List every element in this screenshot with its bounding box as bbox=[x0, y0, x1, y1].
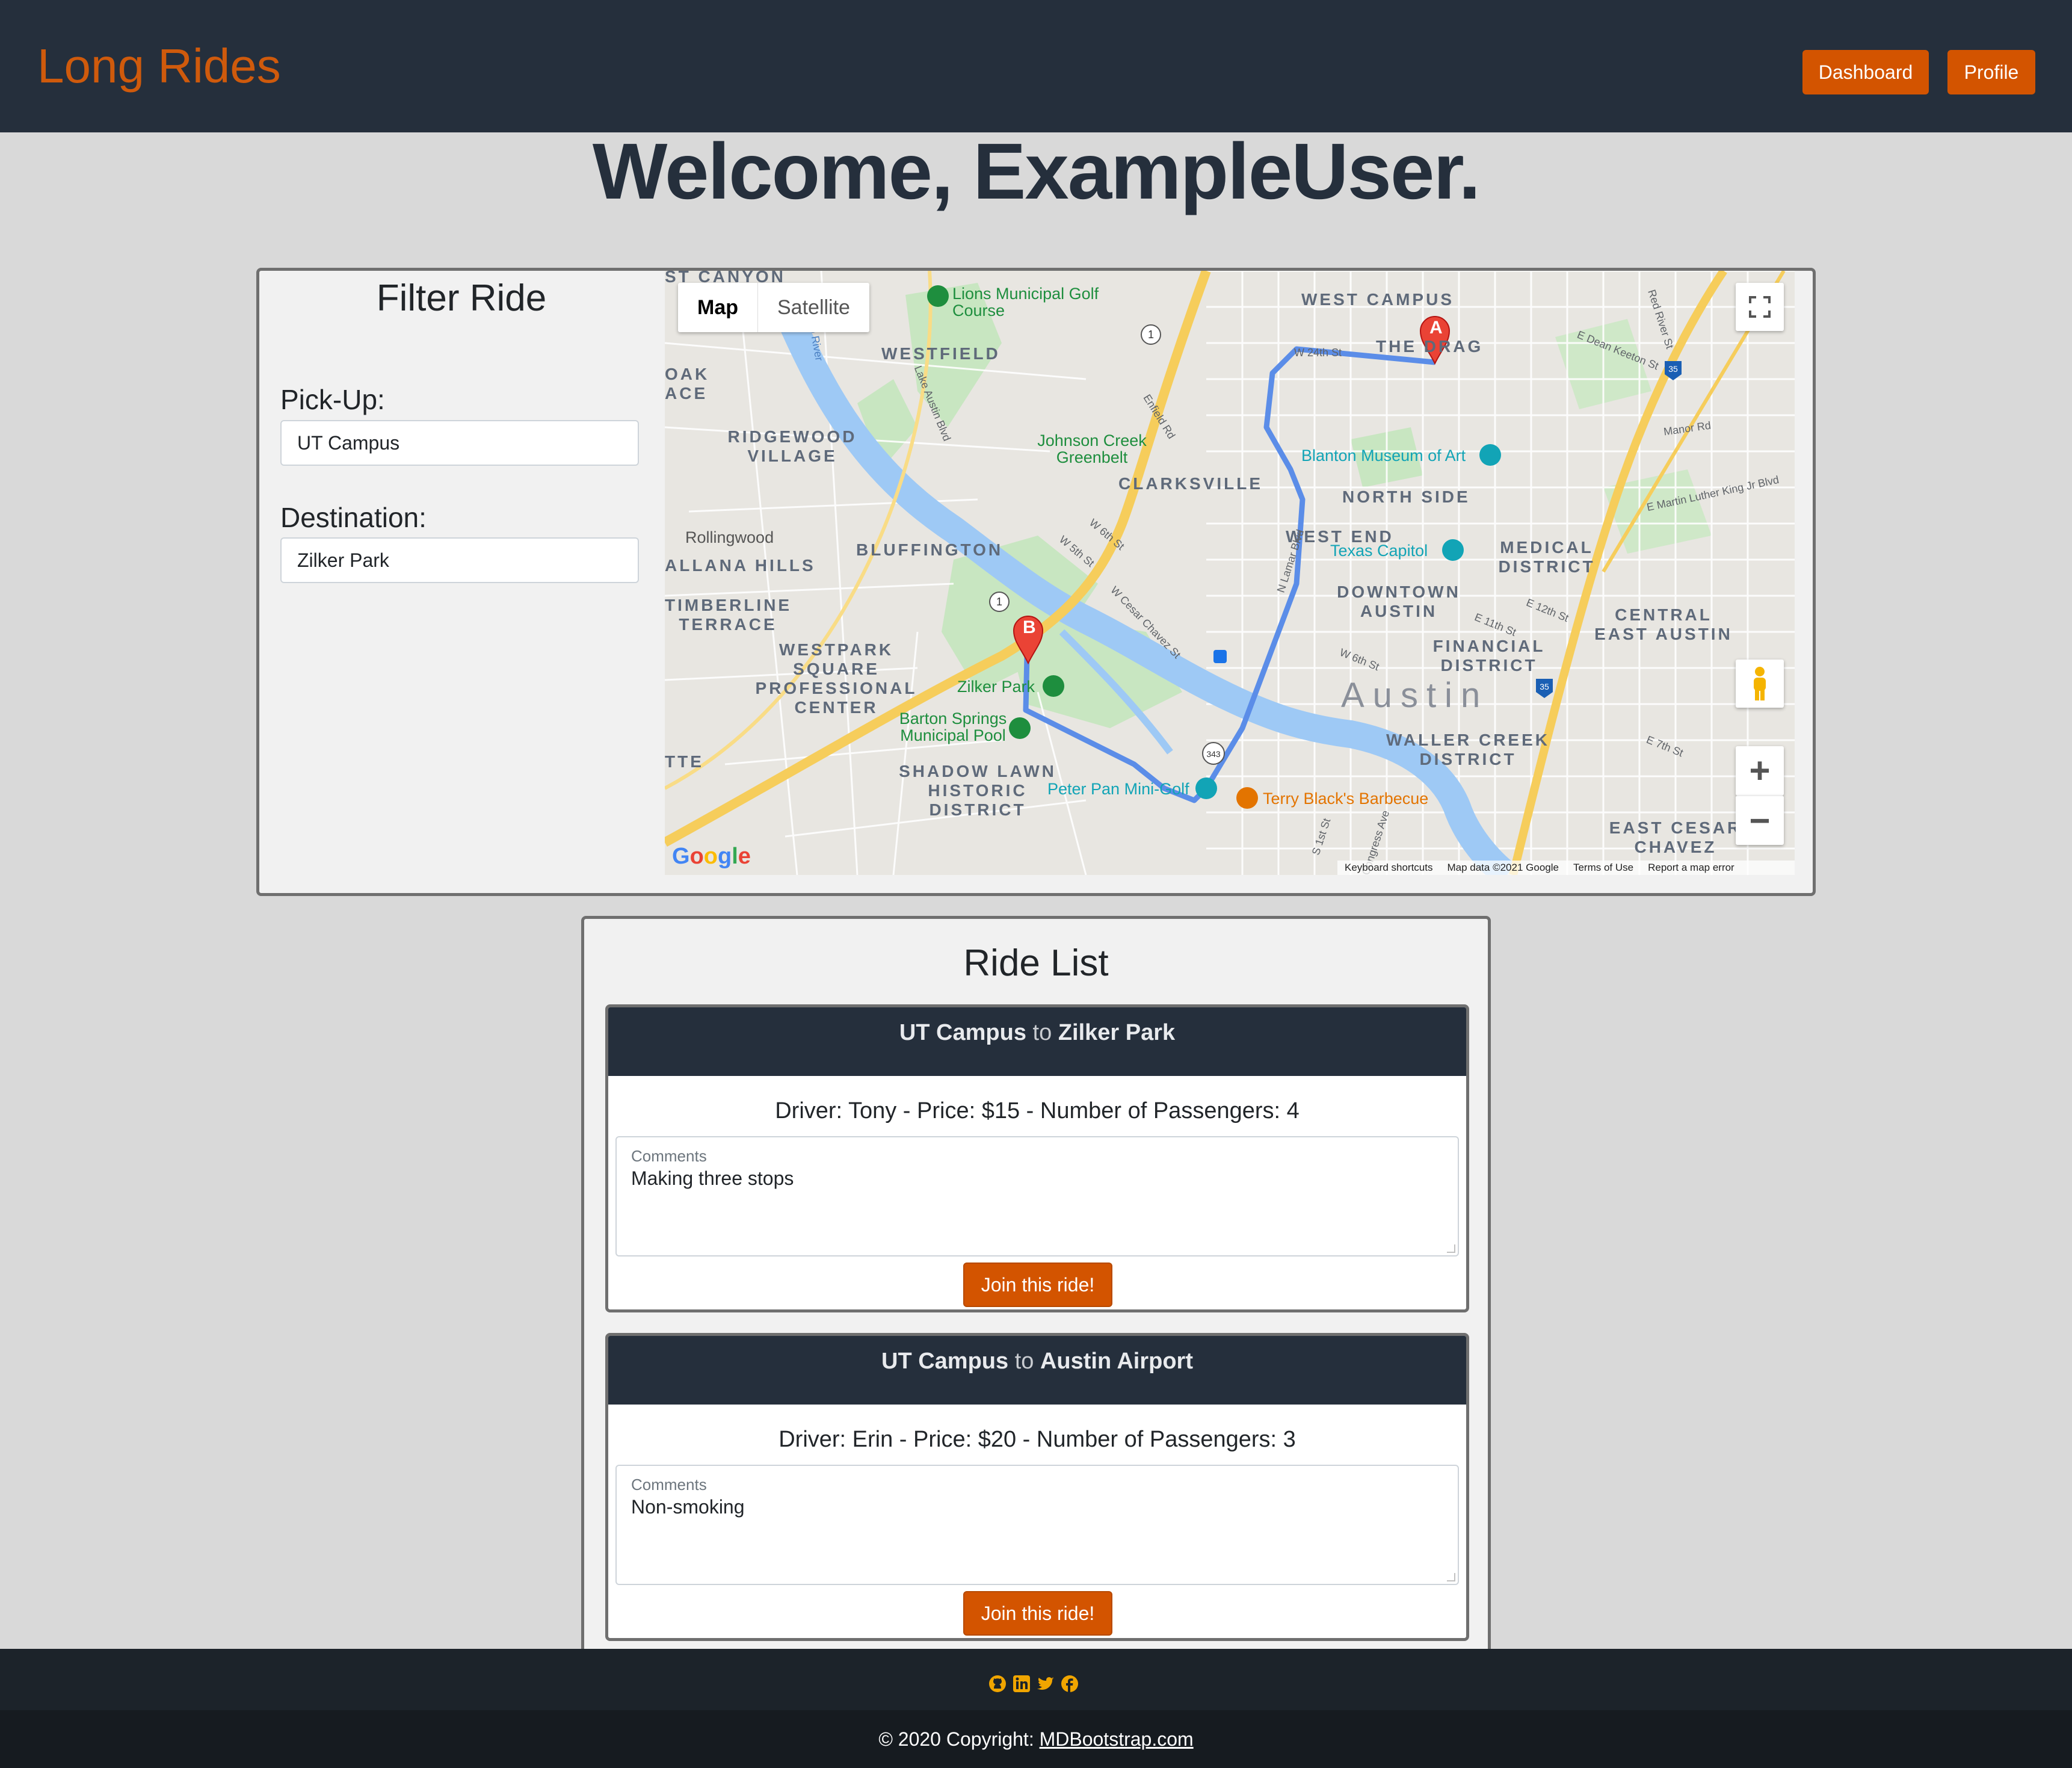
keyboard-shortcuts-link[interactable]: Keyboard shortcuts bbox=[1345, 862, 1432, 874]
district-label: THE DRAG bbox=[1376, 337, 1484, 356]
svg-text:1: 1 bbox=[996, 596, 1002, 608]
fullscreen-button[interactable] bbox=[1736, 283, 1784, 331]
map-type-control: Map Satellite bbox=[678, 283, 869, 332]
ride-card: UT Campus to Zilker Park Driver: Tony - … bbox=[605, 1004, 1469, 1312]
ride-list-panel: Ride List UT Campus to Zilker Park Drive… bbox=[581, 916, 1491, 1768]
zoom-in-button[interactable]: + bbox=[1736, 746, 1784, 796]
district-label: WALLER CREEK DISTRICT bbox=[1386, 731, 1550, 768]
social-links bbox=[988, 1674, 1079, 1693]
zoom-out-button[interactable]: − bbox=[1736, 796, 1784, 845]
svg-text:35: 35 bbox=[1668, 364, 1678, 374]
pickup-label: Pick-Up: bbox=[280, 384, 385, 415]
town-label: Rollingwood bbox=[685, 528, 774, 546]
pickup-input[interactable] bbox=[280, 420, 639, 466]
ride-card-header: UT Campus to Zilker Park bbox=[608, 1007, 1466, 1076]
map-data-text: Map data ©2021 Google bbox=[1447, 862, 1559, 873]
destination-label: Destination: bbox=[280, 502, 427, 533]
ride-info: Driver: Erin - Price: $20 - Number of Pa… bbox=[779, 1427, 1296, 1452]
resize-handle-icon[interactable] bbox=[1447, 1573, 1455, 1581]
comments-field[interactable]: Comments Non-smoking bbox=[615, 1465, 1459, 1585]
district-label: SHADOW LAWN HISTORIC DISTRICT bbox=[899, 762, 1056, 819]
road-label: W 24th St bbox=[1294, 347, 1342, 359]
welcome-heading: Welcome, ExampleUser. bbox=[592, 127, 1481, 215]
profile-button[interactable]: Profile bbox=[1947, 50, 2035, 94]
mdbootstrap-link[interactable]: MDBootstrap.com bbox=[1040, 1728, 1194, 1750]
resize-handle-icon[interactable] bbox=[1447, 1244, 1455, 1253]
district-label: WESTPARK SQUARE PROFESSIONAL CENTER bbox=[755, 640, 917, 717]
linkedin-icon[interactable] bbox=[1012, 1674, 1031, 1693]
district-label: ALLANA HILLS bbox=[665, 556, 816, 575]
district-label: MEDICAL DISTRICT bbox=[1498, 538, 1596, 576]
poi-label[interactable]: Terry Black's Barbecue bbox=[1263, 790, 1428, 808]
svg-text:343: 343 bbox=[1206, 749, 1221, 759]
ride-from: UT Campus bbox=[881, 1349, 1009, 1374]
poi-label[interactable]: Lions Municipal Golf Course bbox=[952, 285, 1109, 319]
copyright-text: © 2020 Copyright: bbox=[878, 1728, 1040, 1750]
poi-label[interactable]: Peter Pan Mini-Golf bbox=[1047, 780, 1189, 799]
ride-card-header: UT Campus to Austin Airport bbox=[608, 1336, 1466, 1405]
comments-field[interactable]: Comments Making three stops bbox=[615, 1136, 1459, 1256]
brand-logo[interactable]: Long Rides bbox=[37, 37, 281, 95]
district-label: OAK ACE bbox=[665, 365, 710, 403]
ride-list-title: Ride List bbox=[963, 942, 1109, 984]
district-label: WEST CAMPUS bbox=[1301, 290, 1454, 309]
navbar: Long Rides Dashboard Profile bbox=[0, 0, 2072, 132]
pegman-icon bbox=[1754, 667, 1766, 700]
report-error-link[interactable]: Report a map error bbox=[1648, 862, 1734, 874]
filter-title: Filter Ride bbox=[376, 277, 547, 319]
map-type-satellite-button[interactable]: Satellite bbox=[758, 283, 869, 332]
poi-label[interactable]: Barton Springs Municipal Pool bbox=[890, 710, 1016, 744]
poi-label[interactable]: Texas Capitol bbox=[1330, 542, 1428, 560]
comments-label: Comments bbox=[631, 1476, 707, 1494]
map-type-map-button[interactable]: Map bbox=[678, 283, 758, 332]
ride-info: Driver: Tony - Price: $15 - Number of Pa… bbox=[775, 1098, 1300, 1124]
ride-to: Zilker Park bbox=[1058, 1020, 1176, 1045]
join-ride-button[interactable]: Join this ride! bbox=[963, 1263, 1112, 1307]
twitter-icon[interactable] bbox=[1036, 1674, 1055, 1693]
district-label: WESTFIELD bbox=[881, 344, 1001, 363]
route-map[interactable]: 1 1 35 35 343 A B WEST CAMPUS THE DRAG W… bbox=[665, 271, 1795, 875]
district-label: CLARKSVILLE bbox=[1118, 474, 1263, 493]
district-label: EAST CESAR CHAVEZ bbox=[1609, 818, 1742, 856]
district-label: NORTH SIDE bbox=[1342, 487, 1470, 506]
map-attribution: Keyboard shortcuts Map data ©2021 Google… bbox=[1337, 861, 1795, 875]
filter-panel: Filter Ride Pick-Up: Destination: bbox=[256, 268, 1816, 896]
city-label: Austin bbox=[1341, 676, 1489, 715]
map-canvas[interactable]: 1 1 35 35 343 bbox=[665, 271, 1795, 875]
district-label: TTE bbox=[665, 752, 704, 771]
shield-1-top: 1 bbox=[1148, 329, 1154, 341]
poi-label[interactable]: Blanton Museum of Art bbox=[1301, 447, 1466, 465]
comments-text[interactable]: Making three stops bbox=[631, 1167, 794, 1190]
ride-to: Austin Airport bbox=[1040, 1349, 1193, 1374]
ride-to-word: to bbox=[1014, 1349, 1034, 1374]
district-label: CENTRAL EAST AUSTIN bbox=[1594, 605, 1733, 643]
join-ride-button[interactable]: Join this ride! bbox=[963, 1591, 1112, 1636]
marker-b-label: B bbox=[1023, 617, 1036, 637]
destination-input[interactable] bbox=[280, 537, 639, 583]
comments-text[interactable]: Non-smoking bbox=[631, 1496, 745, 1518]
comments-label: Comments bbox=[631, 1147, 707, 1165]
google-logo: Google bbox=[672, 844, 751, 869]
street-view-button[interactable] bbox=[1736, 660, 1784, 708]
ride-to-word: to bbox=[1032, 1020, 1052, 1045]
district-label: FINANCIAL DISTRICT bbox=[1432, 637, 1546, 675]
terms-link[interactable]: Terms of Use bbox=[1573, 862, 1633, 874]
district-label: TIMBERLINE TERRACE bbox=[665, 596, 792, 634]
footer-copyright: © 2020 Copyright: MDBootstrap.com bbox=[0, 1710, 2072, 1768]
facebook-icon[interactable] bbox=[1060, 1674, 1079, 1693]
district-label: BLUFFINGTON bbox=[856, 540, 1004, 559]
fullscreen-icon bbox=[1749, 296, 1771, 318]
ride-from: UT Campus bbox=[899, 1020, 1026, 1045]
github-icon[interactable] bbox=[988, 1674, 1007, 1693]
svg-text:35: 35 bbox=[1540, 682, 1549, 691]
ride-card: UT Campus to Austin Airport Driver: Erin… bbox=[605, 1333, 1469, 1641]
marker-a-label: A bbox=[1429, 318, 1443, 338]
poi-label[interactable]: Zilker Park bbox=[957, 678, 1035, 696]
district-label: DOWNTOWN AUSTIN bbox=[1337, 583, 1461, 620]
district-label: RIDGEWOOD VILLAGE bbox=[727, 427, 857, 465]
dashboard-button[interactable]: Dashboard bbox=[1802, 50, 1929, 94]
poi-label[interactable]: Johnson Creek Greenbelt bbox=[1026, 432, 1158, 466]
